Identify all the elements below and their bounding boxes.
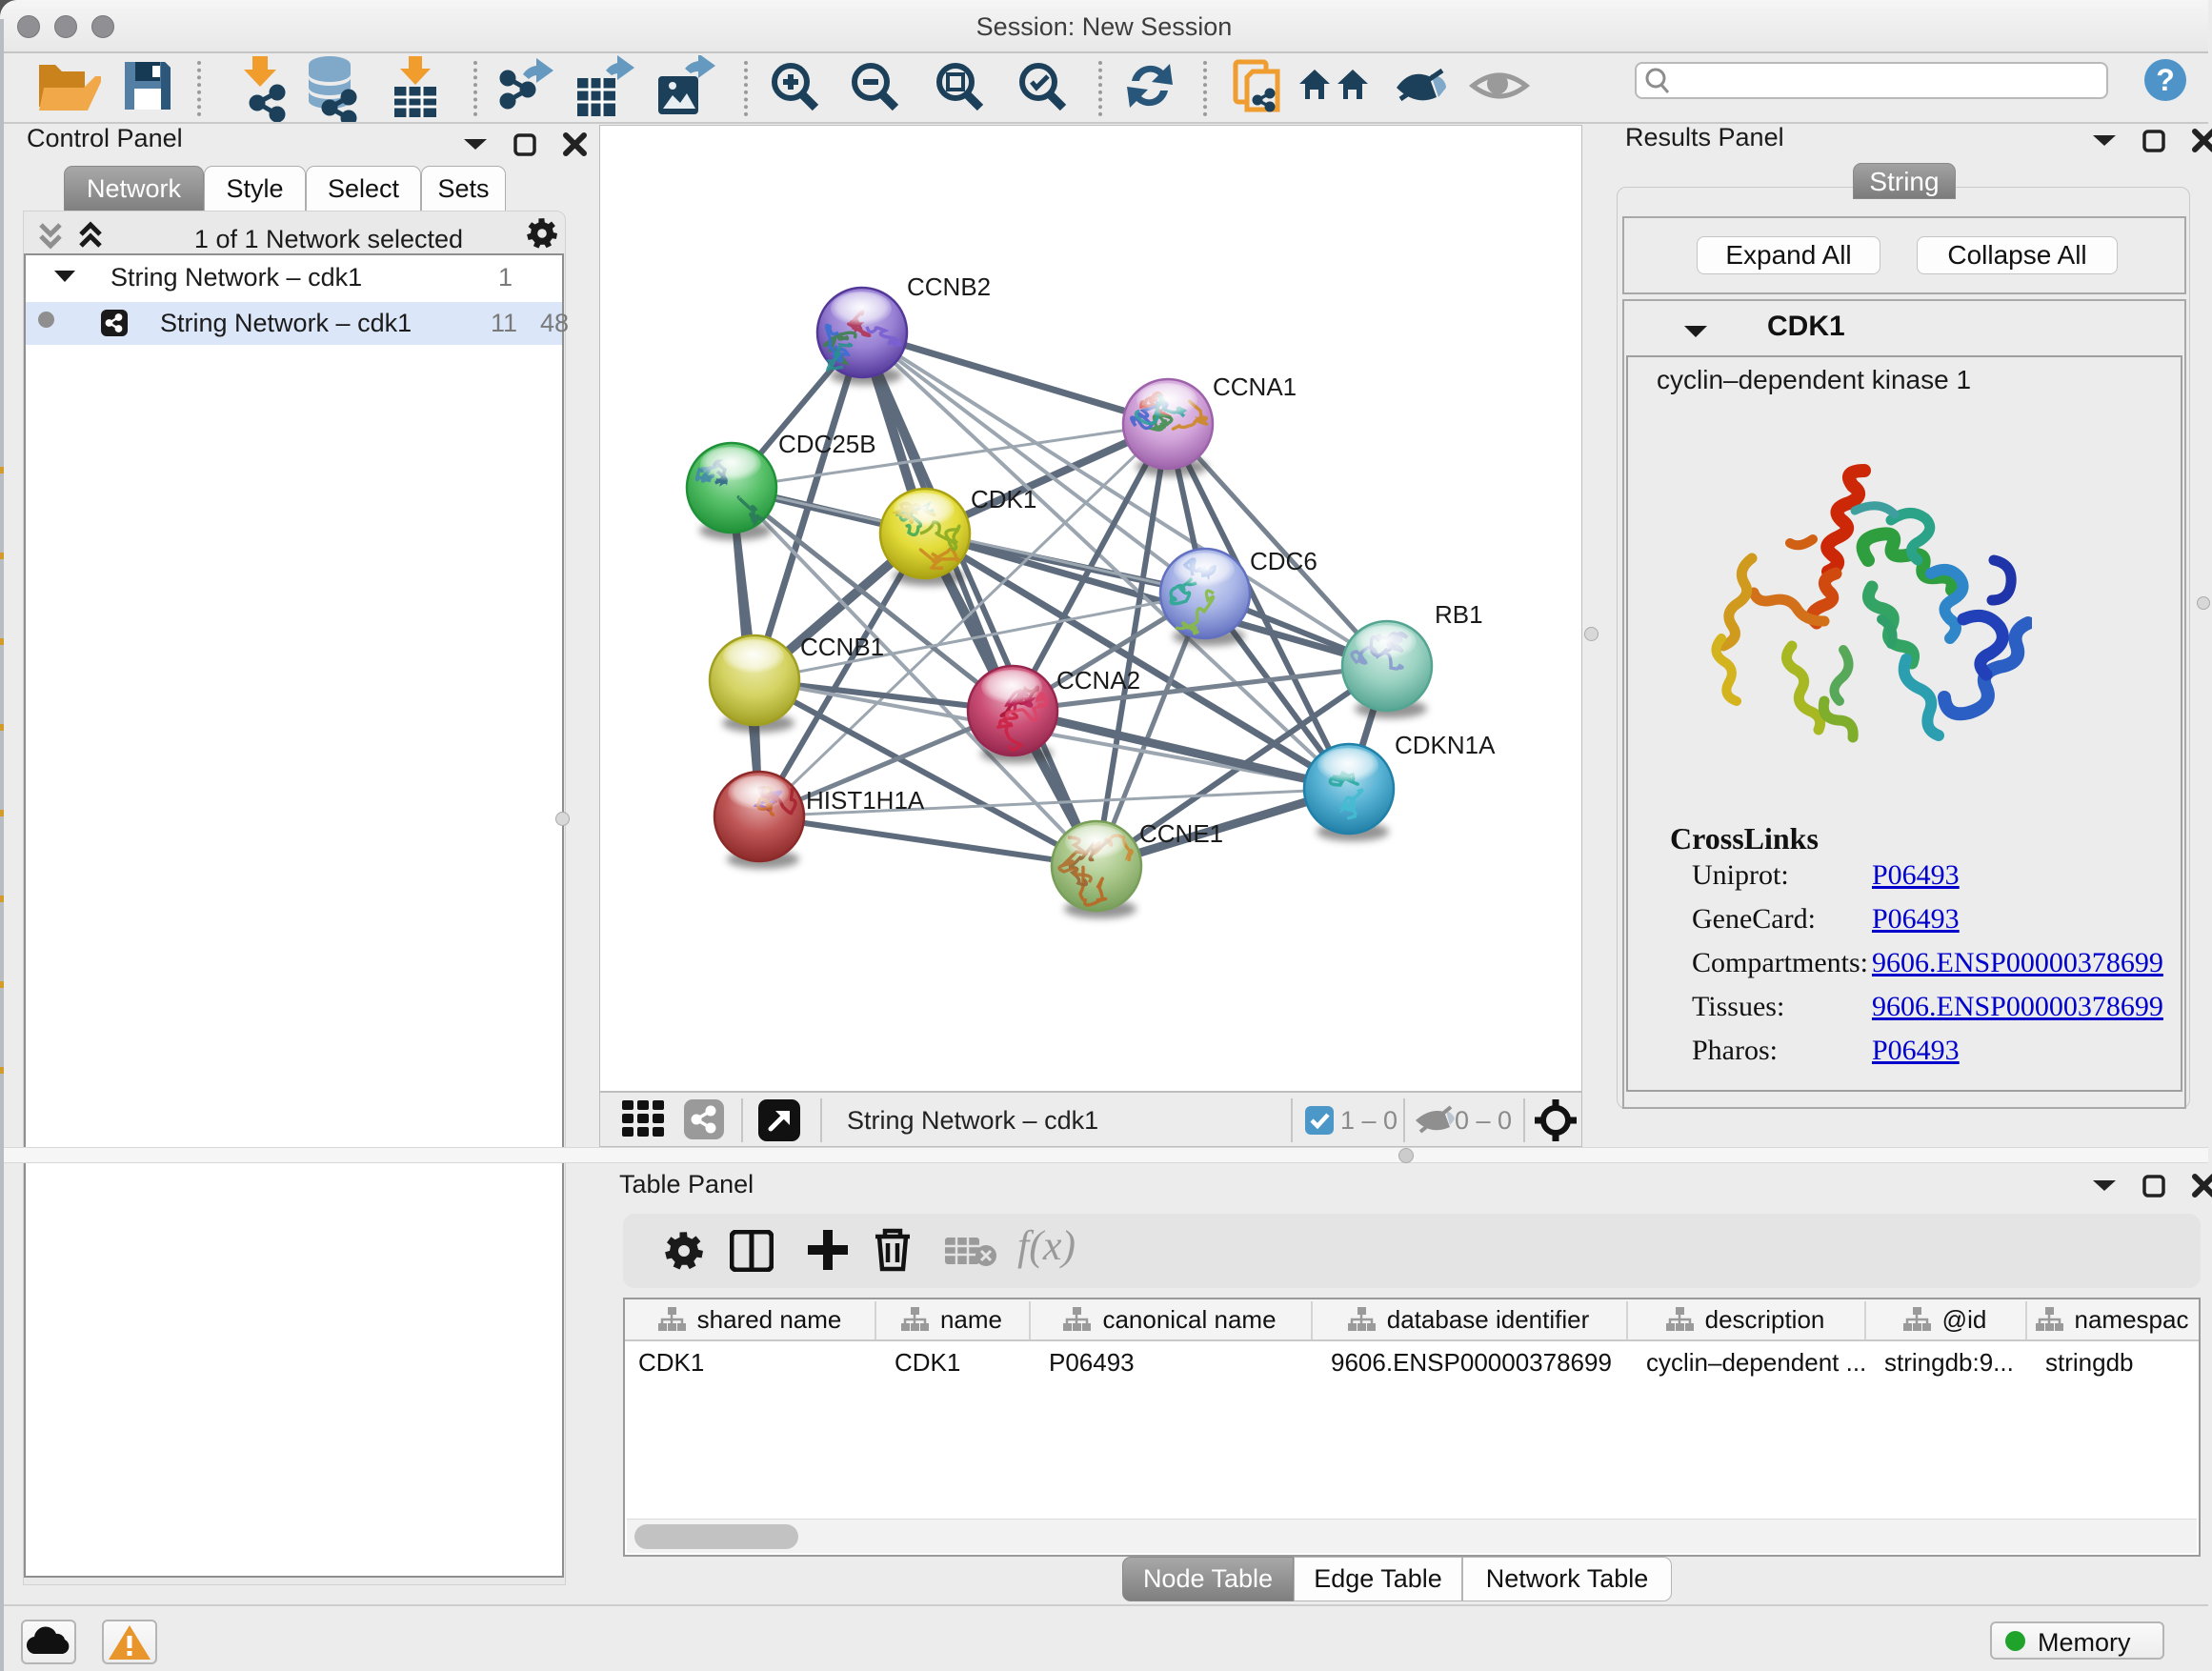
svg-text:HIST1H1A: HIST1H1A — [806, 786, 925, 815]
svg-text:CDK1: CDK1 — [971, 485, 1036, 513]
svg-text:CCNA2: CCNA2 — [1056, 666, 1140, 695]
svg-text:?: ? — [2156, 63, 2175, 97]
svg-text:CCNA1: CCNA1 — [1213, 372, 1297, 401]
svg-text:CDKN1A: CDKN1A — [1395, 731, 1496, 759]
svg-text:CCNB1: CCNB1 — [800, 633, 884, 661]
svg-text:RB1: RB1 — [1435, 600, 1483, 629]
svg-text:CCNE1: CCNE1 — [1139, 819, 1223, 848]
svg-text:CCNB2: CCNB2 — [907, 272, 991, 301]
svg-text:CDC25B: CDC25B — [778, 430, 876, 458]
svg-text:CDC6: CDC6 — [1250, 547, 1317, 575]
